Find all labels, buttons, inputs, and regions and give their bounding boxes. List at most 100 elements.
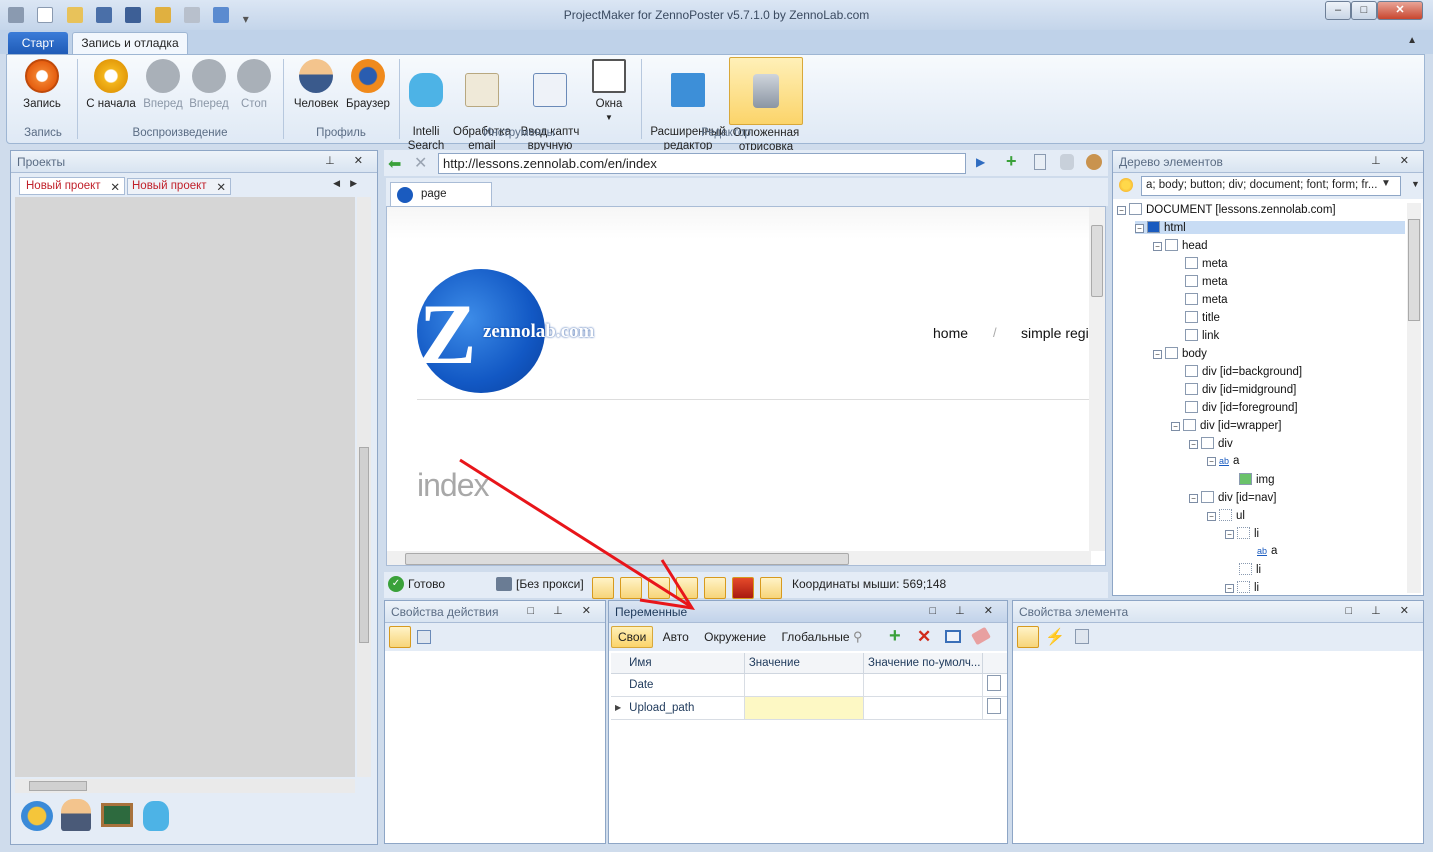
table-row[interactable]: Date xyxy=(611,673,1007,696)
chevron-down-icon[interactable]: ▼ xyxy=(1381,178,1391,189)
deferred-render-button[interactable]: Отложенная отрисовка xyxy=(729,57,803,153)
add-variable-icon[interactable]: + xyxy=(889,625,901,648)
variable-name[interactable]: Upload_path xyxy=(625,696,745,719)
browser-tab-page[interactable]: page xyxy=(390,182,492,206)
project-tab-1[interactable]: Новый проект ✕ xyxy=(19,177,125,195)
panel-window-controls[interactable]: □ ⊥ ✕ xyxy=(929,604,1001,617)
tree-node[interactable]: − li xyxy=(1225,527,1259,540)
properties-grid-icon[interactable] xyxy=(389,626,411,648)
tree-node[interactable]: ab a xyxy=(1257,545,1277,557)
tab-record-debug[interactable]: Запись и отладка xyxy=(72,32,188,54)
delete-variable-icon[interactable]: ✕ xyxy=(917,627,931,647)
nav-home-link[interactable]: home xyxy=(933,325,968,341)
tree-node[interactable]: − li xyxy=(1225,581,1259,594)
tab-auto[interactable]: Авто xyxy=(657,627,695,647)
nav-simple-link[interactable]: simple regi xyxy=(1021,325,1089,341)
step-forward-button[interactable]: Вперед xyxy=(187,59,231,111)
stop-button[interactable]: Стоп xyxy=(233,59,275,111)
human-button[interactable]: Человек xyxy=(289,59,343,111)
tree-node[interactable]: div [id=midground] xyxy=(1185,383,1296,396)
forward-button[interactable]: Вперед xyxy=(141,59,185,111)
column-default[interactable]: Значение по-умолч... xyxy=(863,653,984,673)
tree-node[interactable]: − div xyxy=(1189,437,1233,450)
tree-node[interactable]: meta xyxy=(1185,275,1228,288)
tree-node[interactable]: − div [id=nav] xyxy=(1189,491,1277,504)
filter-icon[interactable]: ⚲ xyxy=(853,629,863,645)
copy-icon[interactable] xyxy=(987,698,1002,714)
variable-default[interactable] xyxy=(863,673,984,696)
alien-icon[interactable] xyxy=(143,801,169,831)
minimize-button[interactable]: – xyxy=(1325,1,1351,20)
variable-name[interactable]: Date xyxy=(625,673,745,696)
element-tree[interactable]: − DOCUMENT [lessons.zennolab.com] − html −… xyxy=(1115,203,1407,595)
screen-toggle-icon[interactable] xyxy=(760,577,782,599)
web-vertical-scrollbar[interactable] xyxy=(1089,207,1105,551)
person-icon[interactable] xyxy=(61,799,91,831)
close-tab-icon[interactable]: ✕ xyxy=(216,180,226,194)
attributes-icon[interactable] xyxy=(1075,629,1089,644)
variable-default[interactable] xyxy=(863,696,984,719)
tree-node[interactable]: − ul xyxy=(1207,509,1245,522)
add-icon[interactable]: + xyxy=(1006,151,1017,172)
tree-node[interactable]: − DOCUMENT [lessons.zennolab.com] xyxy=(1117,203,1336,216)
rename-variable-icon[interactable] xyxy=(945,630,961,643)
tree-node[interactable]: meta xyxy=(1185,293,1228,306)
tree-node[interactable]: div [id=background] xyxy=(1185,365,1302,378)
database-icon[interactable] xyxy=(1060,154,1074,170)
chevron-down-icon[interactable]: ▼ xyxy=(1411,179,1420,189)
horizontal-scrollbar[interactable] xyxy=(15,779,355,793)
div-icon xyxy=(1201,437,1214,449)
properties-grid-icon[interactable] xyxy=(1017,626,1039,648)
flash-toggle-icon[interactable] xyxy=(732,577,754,599)
tag-filter-select[interactable]: a; body; button; div; document; font; fo… xyxy=(1141,176,1401,196)
lightning-icon[interactable]: ⚡ xyxy=(1045,627,1065,647)
panel-window-controls[interactable]: □ ⊥ ✕ xyxy=(1345,604,1417,617)
tab-global[interactable]: Глобальные xyxy=(775,627,855,647)
vertical-scrollbar[interactable] xyxy=(357,197,371,777)
tree-node-selected[interactable]: − html xyxy=(1135,221,1405,234)
tree-node[interactable]: − head xyxy=(1153,239,1208,252)
stop-load-icon[interactable]: ✕ xyxy=(414,153,427,173)
tab-own[interactable]: Свои xyxy=(611,626,654,648)
tree-node[interactable]: − body xyxy=(1153,347,1207,360)
record-button[interactable]: Запись xyxy=(13,59,71,111)
cookie-icon[interactable] xyxy=(1086,154,1102,170)
tree-node[interactable]: li xyxy=(1239,563,1261,576)
panel-pin-close-icons[interactable]: ⊥ ✕ xyxy=(1371,154,1417,167)
variable-value[interactable] xyxy=(744,673,865,696)
tree-node[interactable]: − div [id=wrapper] xyxy=(1171,419,1282,432)
copy-icon[interactable] xyxy=(987,675,1002,691)
project-canvas[interactable] xyxy=(15,197,355,777)
tree-node[interactable]: img xyxy=(1239,473,1275,486)
browser-button[interactable]: Браузер xyxy=(343,59,393,111)
tab-start[interactable]: Старт xyxy=(8,32,68,54)
go-icon[interactable]: ▶ xyxy=(976,155,985,169)
eraser-icon[interactable] xyxy=(971,626,991,646)
collapse-ribbon-icon[interactable]: ▲ xyxy=(1407,35,1417,46)
tree-scrollbar[interactable] xyxy=(1407,203,1421,593)
close-window-button[interactable]: ✕ xyxy=(1377,1,1423,20)
project-tab-2[interactable]: Новый проект ✕ xyxy=(127,178,231,195)
from-start-button[interactable]: С начала xyxy=(83,59,139,111)
variable-value[interactable] xyxy=(744,696,865,719)
column-value[interactable]: Значение xyxy=(744,653,865,673)
windows-button[interactable]: Окна ▼ xyxy=(587,59,631,125)
chalkboard-icon[interactable] xyxy=(101,803,133,827)
tree-node[interactable]: link xyxy=(1185,329,1219,342)
column-name[interactable]: Имя xyxy=(625,653,745,673)
url-input[interactable]: http://lessons.zennolab.com/en/index xyxy=(438,153,966,174)
close-tab-icon[interactable]: ✕ xyxy=(110,180,120,194)
tab-scroll-arrows[interactable]: ◀▶ xyxy=(333,178,367,189)
tab-environment[interactable]: Окружение xyxy=(698,627,772,647)
tree-node[interactable]: − ab a xyxy=(1207,455,1239,467)
tree-node[interactable]: meta xyxy=(1185,257,1228,270)
document-icon[interactable] xyxy=(1034,154,1046,170)
maximize-button[interactable]: □ xyxy=(1351,1,1377,20)
panel-pin-close-icons[interactable]: ⊥ ✕ xyxy=(325,154,371,167)
tree-node[interactable]: title xyxy=(1185,311,1220,324)
gears-icon[interactable] xyxy=(21,801,53,831)
edit-properties-icon[interactable] xyxy=(417,630,431,644)
table-row[interactable]: ▶ Upload_path xyxy=(611,696,1007,719)
tree-node[interactable]: div [id=foreground] xyxy=(1185,401,1298,414)
back-arrow-icon[interactable]: ⬅ xyxy=(388,154,401,174)
